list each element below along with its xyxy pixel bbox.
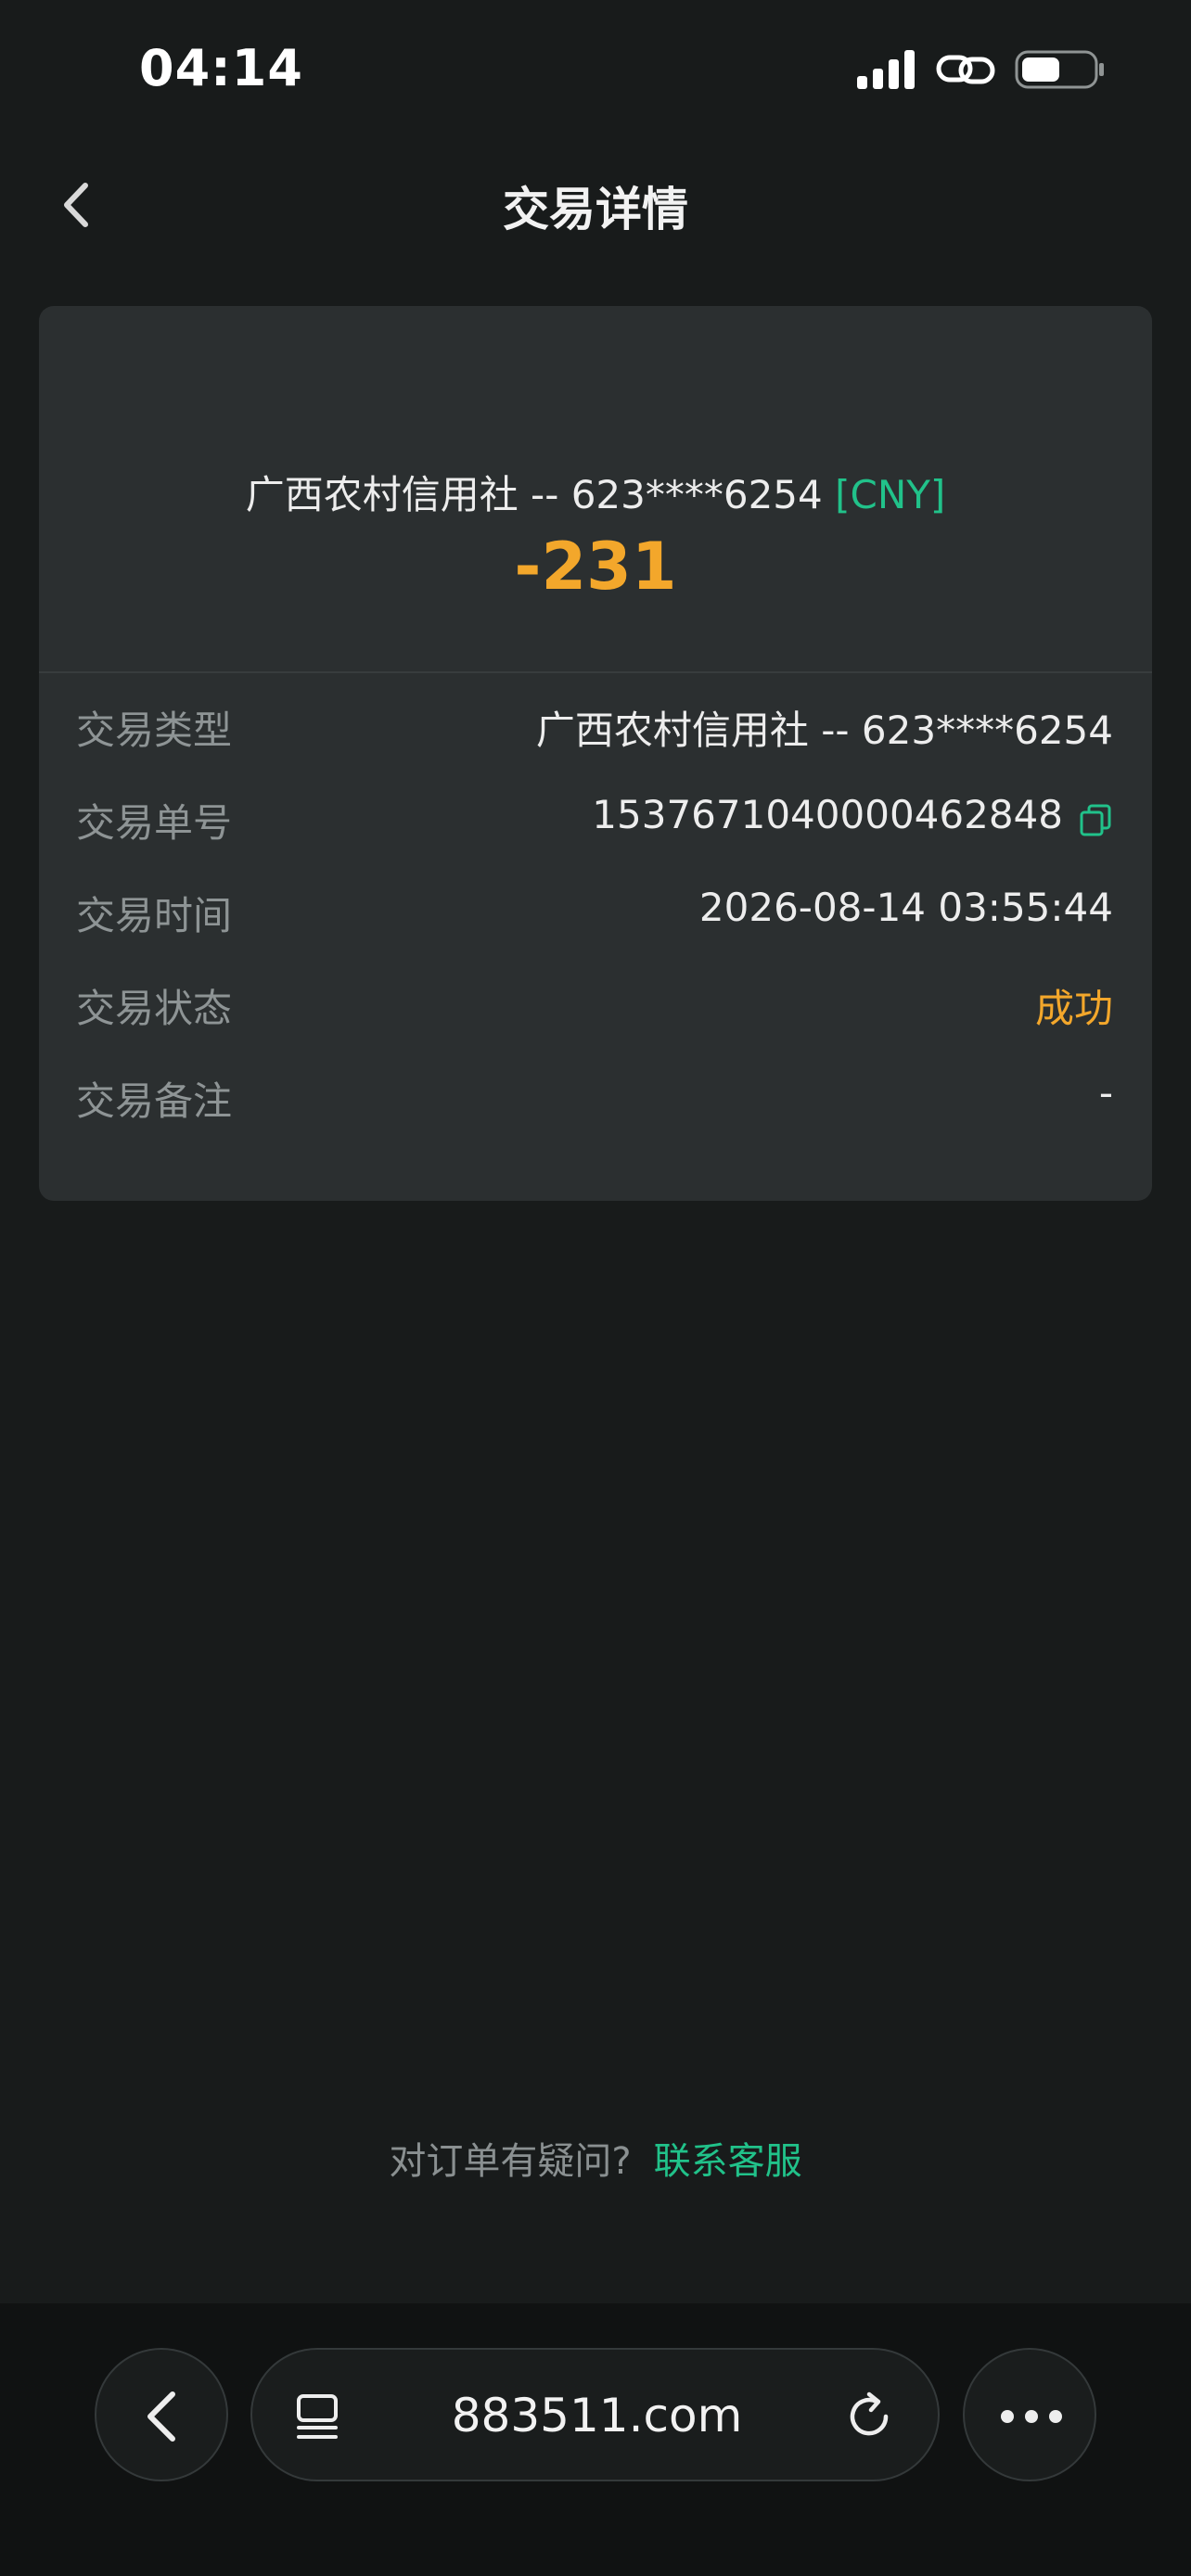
- detail-row-status: 交易状态 成功: [39, 951, 1152, 1044]
- detail-row-time: 交易时间 2026-08-14 03:55:44: [39, 859, 1152, 951]
- status-value: 成功: [1034, 986, 1113, 1031]
- transaction-detail-page: 04:14 交易详情 广西农村信用社 -- 623****6254 [CNY] …: [0, 0, 1191, 2576]
- page-title: 交易详情: [503, 183, 688, 236]
- copy-icon[interactable]: [1078, 803, 1113, 838]
- detail-value: 2026-08-14 03:55:44: [698, 885, 1113, 930]
- currency-badge: [CNY]: [835, 472, 946, 517]
- help-line: 对订单有疑问? 联系客服: [0, 2131, 1191, 2185]
- transaction-summary: 广西农村信用社 -- 623****6254 [CNY] -231: [39, 306, 1152, 672]
- detail-row-order-number: 交易单号 1537671040000462848: [39, 766, 1152, 859]
- reload-icon[interactable]: [843, 2389, 897, 2442]
- detail-value: -: [1098, 1070, 1113, 1116]
- more-dots-icon: [1001, 2410, 1062, 2423]
- bank-account-text: 广西农村信用社 -- 623****6254: [245, 472, 823, 517]
- battery-icon: [1015, 50, 1104, 89]
- browser-back-button[interactable]: [95, 2348, 228, 2481]
- detail-label: 交易时间: [76, 893, 233, 938]
- browser-toolbar: 883511.com: [0, 2303, 1191, 2576]
- contact-support-link[interactable]: 联系客服: [654, 2140, 802, 2183]
- bank-account-line: 广西农村信用社 -- 623****6254 [CNY]: [39, 464, 1152, 520]
- order-number-value: 1537671040000462848: [592, 792, 1063, 837]
- link-icon: [936, 55, 995, 84]
- address-bar[interactable]: 883511.com: [250, 2348, 940, 2481]
- detail-value: 广西农村信用社 -- 623****6254: [535, 708, 1113, 753]
- status-bar: 04:14: [0, 0, 1191, 139]
- help-question: 对订单有疑问?: [389, 2140, 632, 2183]
- signal-icon: [857, 50, 915, 89]
- detail-label: 交易类型: [76, 708, 233, 753]
- transaction-amount: -231: [514, 529, 677, 605]
- detail-label: 交易备注: [76, 1078, 233, 1124]
- more-button[interactable]: [963, 2348, 1096, 2481]
- transaction-card: 广西农村信用社 -- 623****6254 [CNY] -231 交易类型 广…: [39, 306, 1152, 1201]
- detail-row-type: 交易类型 广西农村信用社 -- 623****6254: [39, 673, 1152, 766]
- detail-label: 交易状态: [76, 986, 233, 1031]
- nav-header: 交易详情: [0, 148, 1191, 260]
- detail-label: 交易单号: [76, 800, 233, 846]
- status-time: 04:14: [139, 39, 303, 97]
- chevron-left-icon: [147, 2391, 175, 2442]
- url-text: 883511.com: [451, 2389, 743, 2442]
- detail-row-remark: 交易备注 -: [39, 1044, 1152, 1137]
